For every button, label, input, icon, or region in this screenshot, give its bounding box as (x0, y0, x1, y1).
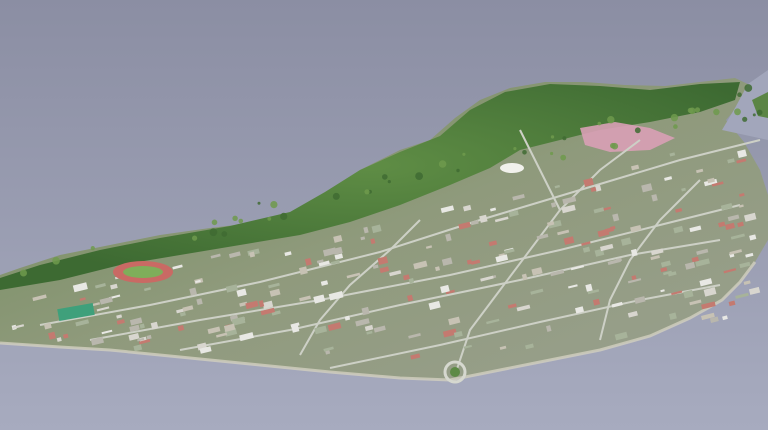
tree (742, 116, 748, 122)
tree (597, 121, 602, 126)
tree (673, 124, 678, 129)
tree (382, 174, 388, 180)
tree (270, 201, 278, 209)
tree (744, 84, 753, 92)
stadium-icon (113, 261, 173, 283)
tree (462, 152, 466, 156)
white-dome-building (500, 163, 524, 173)
tree (550, 151, 554, 156)
tree (513, 147, 517, 151)
tree (364, 189, 370, 195)
tree (737, 92, 742, 97)
tree (611, 142, 619, 150)
tree (438, 160, 447, 168)
tree (415, 172, 423, 181)
tree (560, 154, 567, 161)
tree (238, 218, 244, 224)
tree (221, 231, 228, 237)
tree (670, 113, 679, 122)
tree (522, 150, 527, 155)
tree (257, 201, 261, 205)
tree (694, 107, 701, 113)
tree (689, 107, 696, 115)
tree (192, 235, 198, 241)
tree (607, 116, 615, 124)
tree (52, 257, 60, 265)
tree (211, 219, 218, 226)
aerial-view-svg (0, 0, 768, 430)
tree (90, 246, 95, 251)
tree (562, 136, 567, 141)
tree (756, 109, 763, 116)
tree (634, 127, 641, 134)
tree (332, 192, 340, 200)
tree (232, 215, 238, 221)
tree (456, 168, 460, 173)
tree (550, 135, 555, 139)
aerial-city-render (0, 0, 768, 430)
tree (280, 212, 288, 220)
tree (209, 228, 218, 237)
tree (713, 108, 720, 116)
tree (20, 269, 27, 277)
tree (387, 180, 391, 184)
tree (752, 113, 756, 117)
tree (734, 108, 741, 116)
tree (267, 217, 272, 221)
